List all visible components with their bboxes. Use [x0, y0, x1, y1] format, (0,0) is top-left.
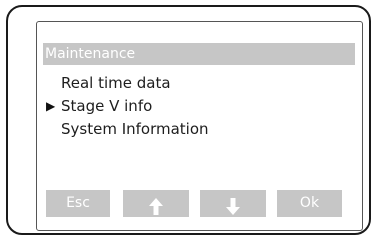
down-button[interactable]	[200, 190, 266, 217]
arrow-down-icon	[226, 197, 240, 215]
esc-button[interactable]: Esc	[46, 190, 110, 217]
menu-item-label: Stage V info	[61, 97, 153, 115]
arrow-up-icon	[149, 197, 163, 215]
menu-item-label: Real time data	[61, 74, 171, 92]
selection-marker-icon: ▶	[46, 99, 56, 113]
device-frame: Maintenance Real time data ▶ Stage V inf…	[6, 5, 371, 235]
up-button[interactable]	[123, 190, 189, 217]
menu-item-label: System Information	[61, 120, 209, 138]
menu-list: Real time data ▶ Stage V info System Inf…	[43, 72, 343, 141]
menu-item-system-information[interactable]: System Information	[43, 118, 343, 141]
display-screen: Maintenance Real time data ▶ Stage V inf…	[36, 21, 363, 231]
ok-button[interactable]: Ok	[277, 190, 342, 217]
screen-title: Maintenance	[43, 43, 355, 65]
menu-item-stage-v-info[interactable]: ▶ Stage V info	[43, 95, 343, 118]
menu-item-real-time-data[interactable]: Real time data	[43, 72, 343, 95]
